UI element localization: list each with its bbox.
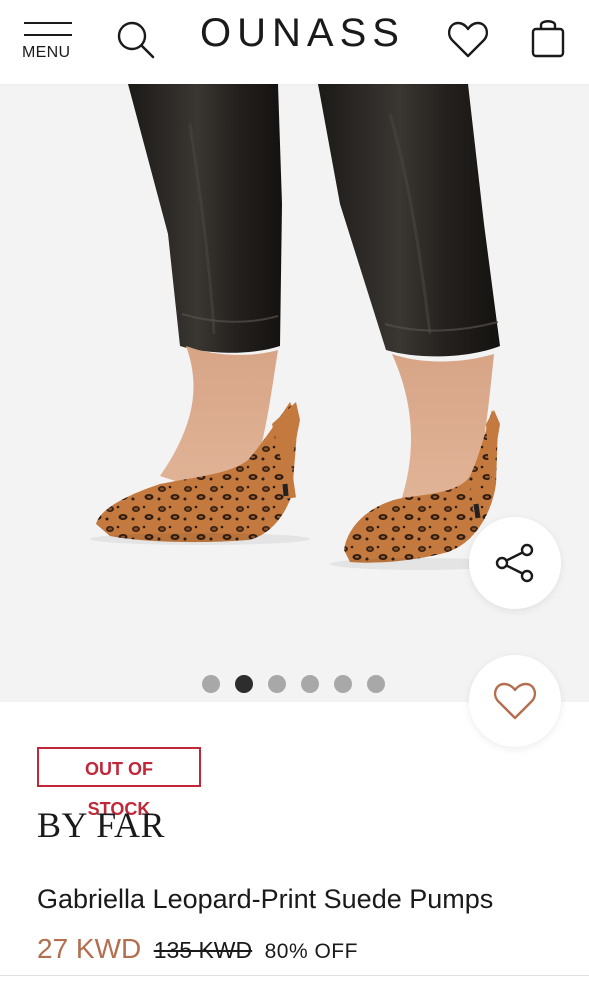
menu-button[interactable]: MENU (22, 20, 74, 64)
share-icon (495, 543, 534, 583)
carousel-dot-6[interactable] (367, 675, 385, 693)
carousel-dot-2[interactable] (235, 675, 253, 693)
carousel-dot-3[interactable] (268, 675, 286, 693)
top-header: MENU OUNASS (0, 0, 589, 84)
carousel-dot-4[interactable] (301, 675, 319, 693)
price-row: 27 KWD 135 KWD 80% OFF (37, 933, 358, 973)
brand-logo[interactable]: OUNASS (200, 10, 400, 56)
original-price: 135 KWD (153, 937, 253, 963)
heart-icon (447, 21, 489, 58)
product-name: Gabriella Leopard-Print Suede Pumps (37, 884, 494, 914)
discount-label: 80% OFF (264, 940, 358, 963)
add-to-wishlist-button[interactable] (469, 655, 561, 747)
out-of-stock-badge: OUT OF STOCK (37, 747, 201, 819)
sale-price: 27 KWD (37, 933, 142, 964)
menu-icon-line-top (24, 22, 72, 24)
share-button[interactable] (469, 517, 561, 609)
search-button[interactable] (112, 16, 160, 64)
wishlist-button[interactable] (444, 16, 492, 64)
heart-outline-icon (493, 682, 537, 720)
shopping-bag-button[interactable] (524, 14, 572, 62)
product-photo (90, 84, 510, 570)
carousel-dot-1[interactable] (202, 675, 220, 693)
menu-icon-line-bottom (24, 34, 72, 36)
bag-icon (531, 20, 565, 58)
menu-label: MENU (22, 44, 71, 61)
divider (0, 975, 589, 976)
carousel-dot-5[interactable] (334, 675, 352, 693)
search-icon (117, 21, 155, 59)
product-image[interactable] (0, 84, 589, 702)
brand-name[interactable]: BY FAR (37, 804, 165, 846)
